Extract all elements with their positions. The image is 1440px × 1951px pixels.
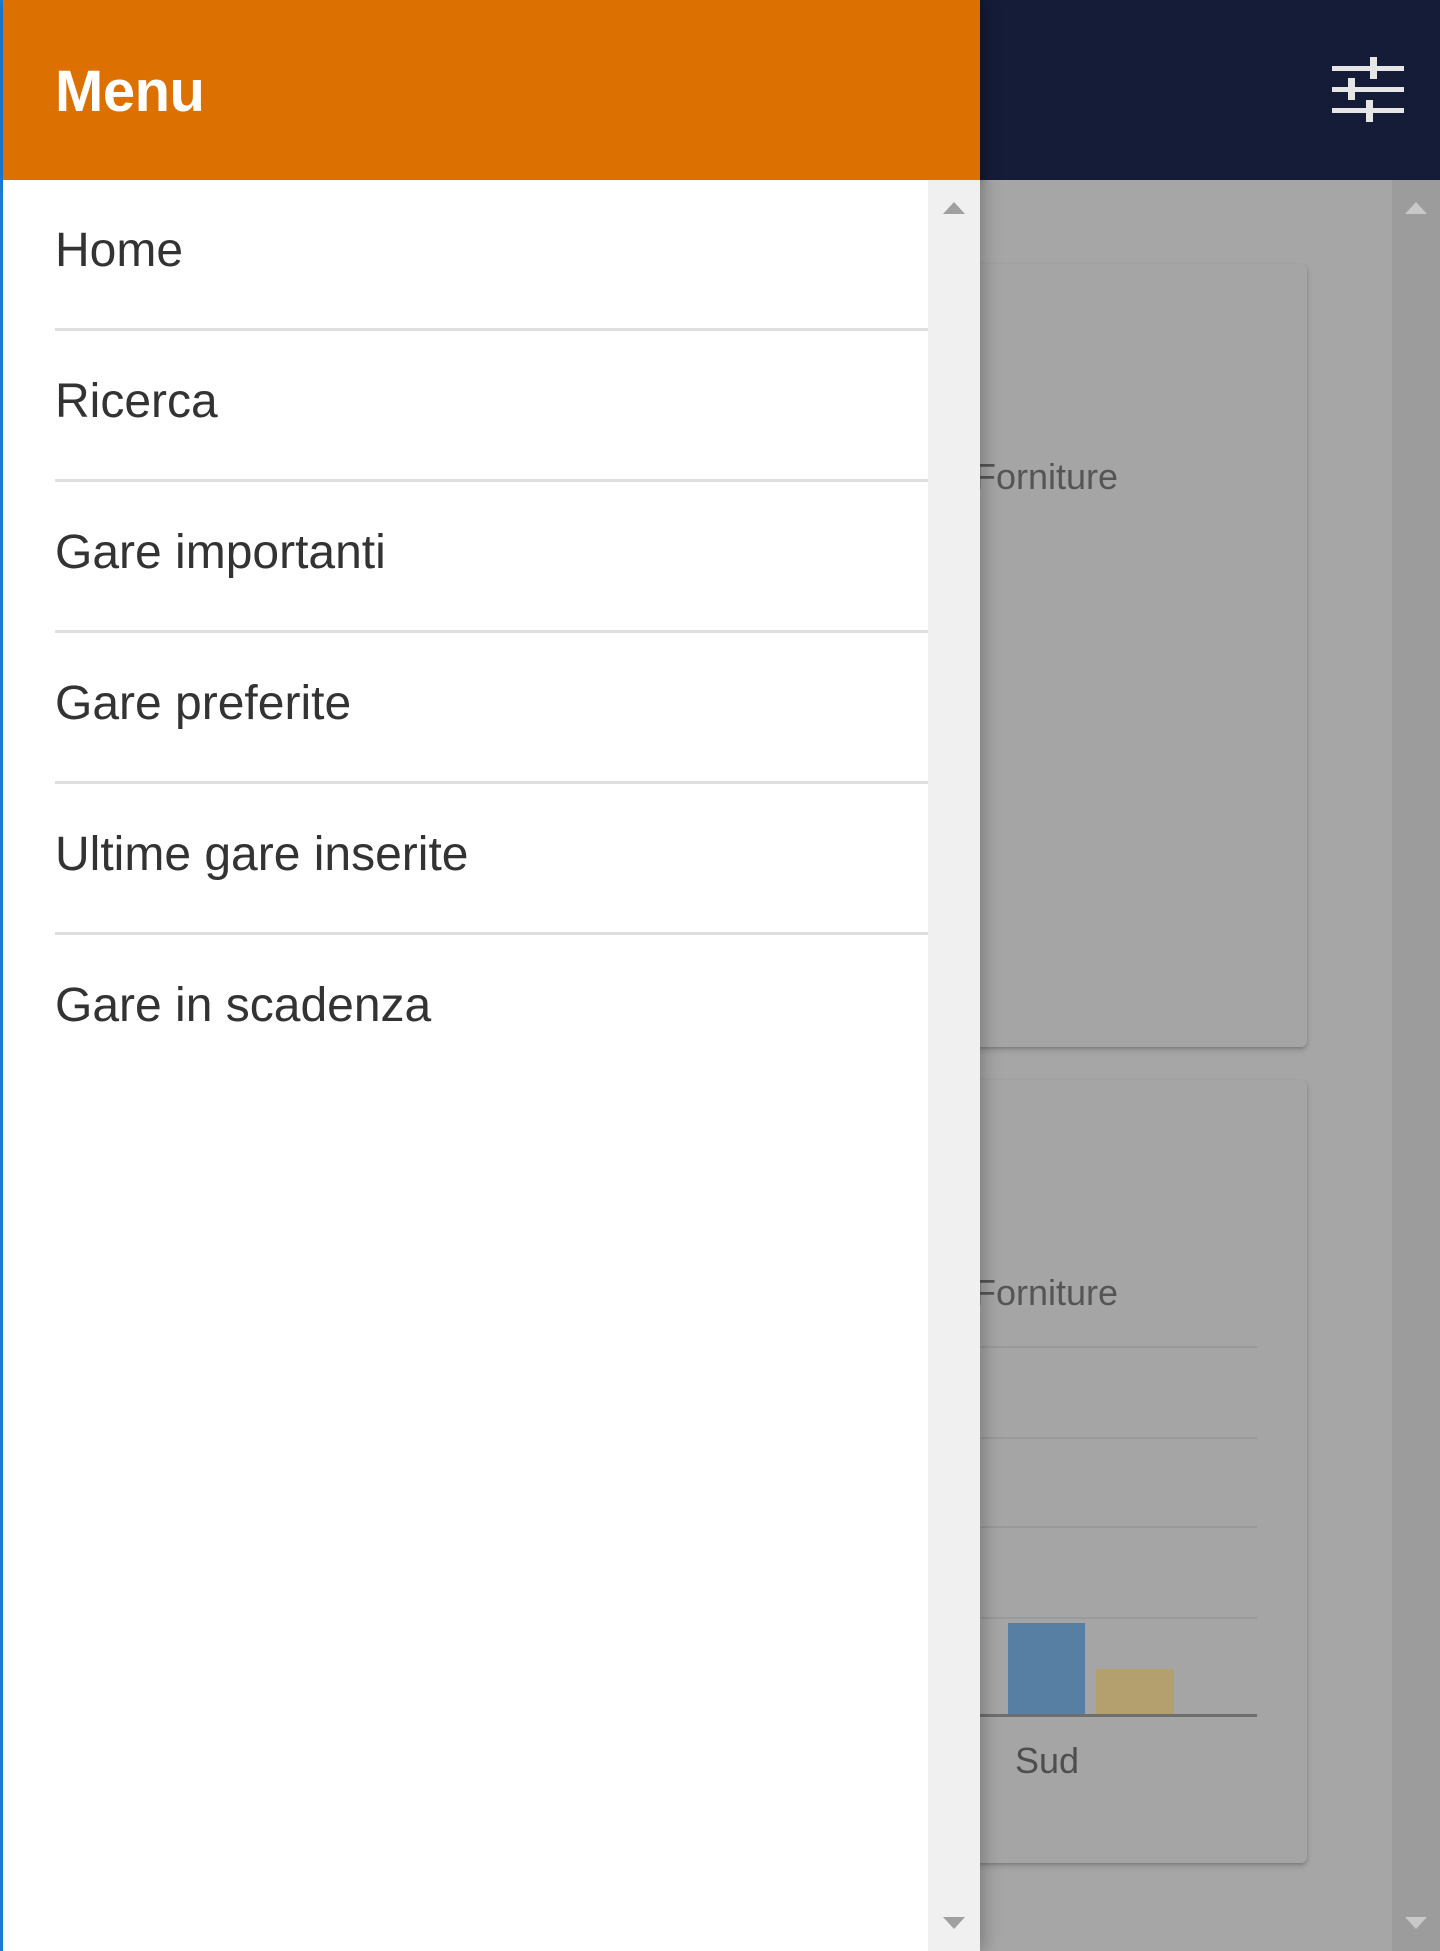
menu-item-ricerca[interactable]: Ricerca <box>55 331 928 482</box>
scroll-down-arrow-icon[interactable] <box>943 1917 965 1929</box>
chart-area: Sud <box>960 1080 1307 1863</box>
menu-item-label: Gare in scadenza <box>55 979 432 1032</box>
drawer-scrollbar[interactable] <box>928 180 980 1951</box>
chart-gridline <box>960 1526 1257 1528</box>
filter-button[interactable] <box>1330 52 1406 128</box>
menu-item-home[interactable]: Home <box>55 180 928 331</box>
drawer-header: Menu <box>3 0 980 180</box>
chart-bar <box>1008 1623 1085 1715</box>
chart-baseline <box>960 1714 1257 1717</box>
card-label: Forniture <box>974 456 1119 497</box>
scroll-up-arrow-icon[interactable] <box>1405 202 1427 214</box>
sliders-icon <box>1332 57 1404 122</box>
chart-gridline <box>960 1437 1257 1439</box>
menu-item-gare-importanti[interactable]: Gare importanti <box>55 482 928 633</box>
chart-gridline <box>960 1617 1257 1619</box>
chart-card: Forniture Sud <box>960 1080 1307 1863</box>
navigation-drawer: Menu Home Ricerca Gare importanti Gare p… <box>0 0 980 1951</box>
menu-item-ultime-gare-inserite[interactable]: Ultime gare inserite <box>55 784 928 935</box>
menu-item-label: Ricerca <box>55 375 218 428</box>
scroll-up-arrow-icon[interactable] <box>943 202 965 214</box>
drawer-title: Menu <box>55 59 205 124</box>
menu-item-label: Gare preferite <box>55 677 352 730</box>
menu-item-label: Gare importanti <box>55 526 386 579</box>
menu-item-gare-preferite[interactable]: Gare preferite <box>55 633 928 784</box>
menu-item-label: Ultime gare inserite <box>55 828 469 881</box>
chart-gridline <box>960 1346 1257 1348</box>
menu-item-label: Home <box>55 224 184 277</box>
app-scrollbar[interactable] <box>1392 180 1440 1951</box>
chart-category-label: Sud <box>1014 1740 1080 1781</box>
drawer-menu: Home Ricerca Gare importanti Gare prefer… <box>3 180 928 1951</box>
scroll-down-arrow-icon[interactable] <box>1405 1917 1427 1929</box>
menu-item-gare-in-scadenza[interactable]: Gare in scadenza <box>55 935 928 1083</box>
stats-card: Forniture <box>960 264 1307 1047</box>
chart-bar <box>1096 1669 1174 1715</box>
